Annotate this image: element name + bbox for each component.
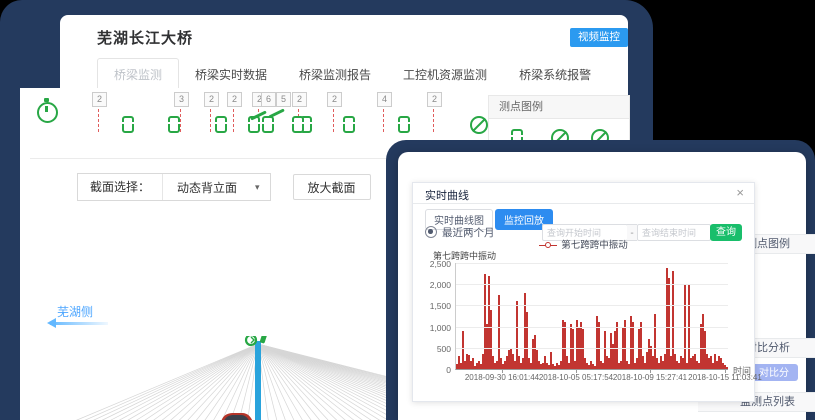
y-axis-tick-label: 0 xyxy=(413,365,451,375)
section-select-dropdown[interactable]: 动态背立面 xyxy=(163,179,255,196)
enlarge-section-button[interactable]: 放大截面 xyxy=(293,174,371,200)
tab-bar: 桥梁监测桥梁实时数据桥梁监测报告工控机资源监测桥梁系统报警视频监控 xyxy=(97,60,628,91)
sensor-count-badge: 5 xyxy=(276,92,291,107)
link-sensor-icon xyxy=(262,116,274,133)
section-select-label: 截面选择： xyxy=(78,174,163,200)
gridline xyxy=(456,305,728,306)
gridline xyxy=(456,284,728,285)
gridline xyxy=(456,327,728,328)
link-sensor-icon xyxy=(398,116,410,133)
x-axis-tick xyxy=(650,369,651,373)
sensor-count-badge: 3 xyxy=(174,92,189,107)
no-entry-icon xyxy=(470,116,488,134)
left-arrow-icon xyxy=(50,322,108,325)
x-axis-tick xyxy=(502,369,503,373)
link-sensor-icon xyxy=(168,116,180,133)
tab-5[interactable]: 桥梁系统报警 xyxy=(503,59,607,90)
accelerometer-icon xyxy=(268,108,285,118)
legend-line-marker-icon xyxy=(539,242,557,248)
main-window-header: 芜湖长江大桥 桥梁监测桥梁实时数据桥梁监测报告工控机资源监测桥梁系统报警视频监控 xyxy=(60,15,628,91)
chart-legend-label: 第七跨跨中振动 xyxy=(561,240,628,251)
y-axis-tick-label: 1,500 xyxy=(413,301,451,311)
chart-bar xyxy=(616,322,618,369)
y-axis-tick-label: 2,000 xyxy=(413,280,451,290)
page-title: 芜湖长江大桥 xyxy=(60,15,628,48)
screen: 芜湖长江大桥 桥梁监测桥梁实时数据桥梁监测报告工控机资源监测桥梁系统报警视频监控… xyxy=(0,0,815,420)
dialog-header: 实时曲线 × xyxy=(413,183,754,204)
chart-bar xyxy=(632,322,634,369)
tab-1[interactable]: 桥梁监测 xyxy=(97,58,179,91)
tab-3[interactable]: 桥梁监测报告 xyxy=(283,59,387,90)
video-monitor-button[interactable]: 视频监控 xyxy=(570,28,628,47)
sensor-count-badge: 2 xyxy=(427,92,442,107)
x-axis-tick xyxy=(576,369,577,373)
link-sensor-icon xyxy=(292,116,304,133)
sensor-dashed-line-icon xyxy=(233,109,234,132)
chart-plot-area xyxy=(455,263,728,370)
x-axis-tick-label: 2018-10-15 11:03:41 xyxy=(685,373,765,382)
chevron-down-icon[interactable]: ▾ xyxy=(255,182,270,193)
close-icon[interactable]: × xyxy=(736,185,744,201)
tab-4[interactable]: 工控机资源监测 xyxy=(387,59,503,90)
sensor-dashed-line-icon xyxy=(180,109,181,132)
x-axis-tick-label: 2018-09-30 16:01:44 xyxy=(462,373,542,382)
sensor-dashed-line-icon xyxy=(383,109,384,132)
sensor-strip: 测点图例 23222652242 xyxy=(20,88,628,144)
gridline xyxy=(456,348,728,349)
link-sensor-icon xyxy=(215,116,227,133)
bridge-side-label: 芜湖侧 xyxy=(57,303,93,320)
sensor-count-badge: 6 xyxy=(261,92,276,107)
sensor-count-badge: 2 xyxy=(204,92,219,107)
y-axis-tick-label: 500 xyxy=(413,344,451,354)
sensor-count-badge: 2 xyxy=(292,92,307,107)
sensor-dashed-line-icon xyxy=(433,109,434,132)
link-sensor-icon xyxy=(122,116,134,133)
legend-panel-title: 测点图例 xyxy=(489,96,629,119)
dialog-title: 实时曲线 xyxy=(413,183,754,203)
section-select-group: 截面选择： 动态背立面 ▾ xyxy=(77,173,271,201)
chart-bar xyxy=(726,367,728,369)
realtime-curve-dialog: 实时曲线 × 实时曲线图监控回放 最近两个月 - 查询 第七跨跨中振动 第七跨跨… xyxy=(412,182,755,402)
link-sensor-icon xyxy=(343,116,355,133)
sensor-count-badge: 2 xyxy=(227,92,242,107)
sensor-count-badge: 2 xyxy=(92,92,107,107)
sensor-dashed-line-icon xyxy=(98,109,99,132)
tab-2[interactable]: 桥梁实时数据 xyxy=(179,59,283,90)
x-axis-tick-label: 2018-10-09 15:27:41 xyxy=(610,373,690,382)
gridline xyxy=(456,263,728,264)
chart-bars xyxy=(456,263,728,369)
x-axis-tick-label: 2018-10-05 05:17:54 xyxy=(536,373,616,382)
sensor-dashed-line-icon xyxy=(210,109,211,132)
x-axis-tick xyxy=(725,369,726,373)
modal-window: 测点图例 对比分析 监测点列表 温度 ( 9 ) 对比分析 实时曲线 × 实时曲… xyxy=(398,152,806,420)
y-axis-tick-label: 2,500 xyxy=(413,259,451,269)
stopwatch-icon xyxy=(37,102,58,123)
sensor-dashed-line-icon xyxy=(333,109,334,132)
sensor-count-badge: 2 xyxy=(327,92,342,107)
sensor-count-badge: 4 xyxy=(377,92,392,107)
y-axis-tick-label: 1,000 xyxy=(413,323,451,333)
